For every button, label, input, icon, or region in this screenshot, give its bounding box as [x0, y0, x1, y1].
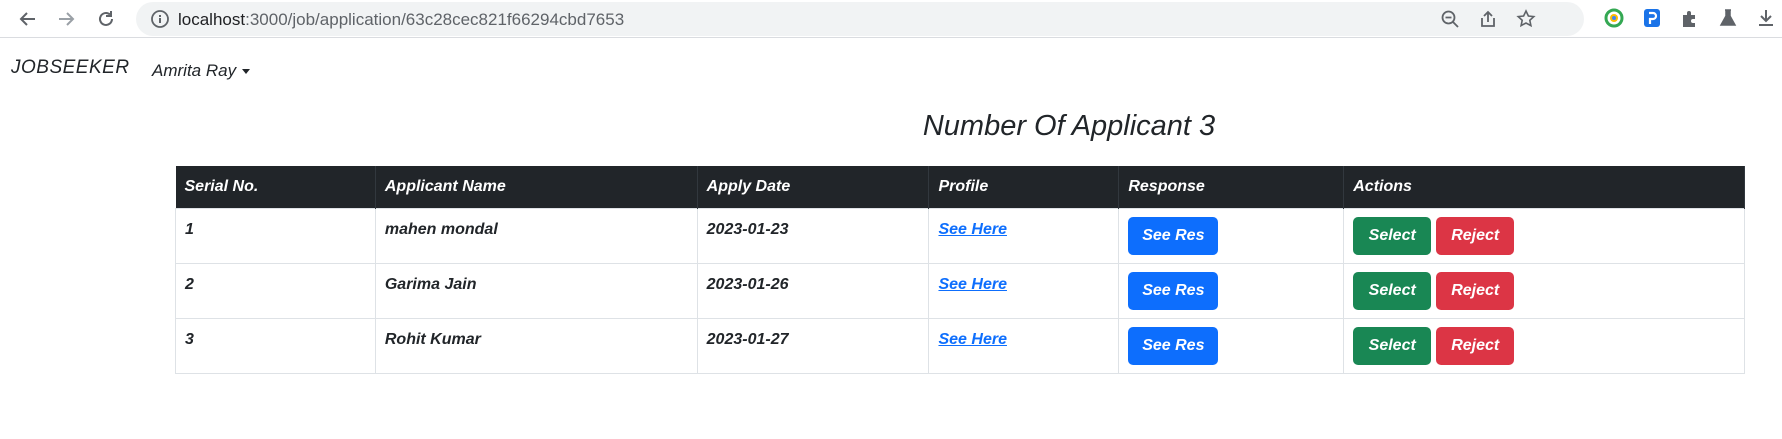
reject-button[interactable]: Reject	[1436, 216, 1515, 255]
caret-down-icon	[242, 68, 251, 74]
table-row: 1 mahen mondal 2023-01-23 See Here See R…	[175, 207, 1745, 264]
reject-button[interactable]: Reject	[1436, 271, 1515, 310]
reload-icon[interactable]	[92, 5, 120, 33]
brand-logo[interactable]: JOBSEEKER	[11, 57, 130, 79]
cell-profile: See Here	[928, 262, 1120, 319]
header-applicant-name: Applicant Name	[375, 166, 698, 208]
applicants-table: Serial No. Applicant Name Apply Date Pro…	[175, 166, 1745, 374]
profile-link[interactable]: See Here	[938, 276, 1007, 293]
table-row: 2 Garima Jain 2023-01-26 See Here See Re…	[175, 262, 1745, 319]
cell-actions: Select Reject	[1343, 317, 1745, 374]
header-profile: Profile	[928, 166, 1120, 208]
page-title: Number Of Applicant 3	[0, 110, 1782, 143]
zoom-out-icon[interactable]	[1440, 9, 1460, 29]
select-button[interactable]: Select	[1353, 271, 1432, 310]
url-path: :3000/job/application/63c28cec821f66294c…	[245, 10, 625, 29]
cell-apply-date: 2023-01-23	[696, 207, 930, 264]
extension-p-icon[interactable]	[1641, 7, 1663, 29]
header-apply-date: Apply Date	[697, 166, 930, 208]
cell-applicant-name: Garima Jain	[374, 262, 698, 319]
user-name: Amrita Ray	[152, 61, 237, 80]
browser-toolbar: localhost:3000/job/application/63c28cec8…	[0, 0, 1782, 38]
back-arrow-icon[interactable]	[14, 5, 42, 33]
share-icon[interactable]	[1478, 9, 1498, 29]
header-serial: Serial No.	[175, 166, 376, 208]
site-info-icon[interactable]	[150, 9, 170, 29]
table-row: 3 Rohit Kumar 2023-01-27 See Here See Re…	[175, 317, 1745, 374]
select-button[interactable]: Select	[1353, 326, 1432, 365]
table-header-row: Serial No. Applicant Name Apply Date Pro…	[175, 166, 1745, 208]
profile-link[interactable]: See Here	[938, 331, 1007, 348]
cell-actions: Select Reject	[1343, 262, 1745, 319]
extension-ring-icon[interactable]	[1603, 7, 1625, 29]
cell-applicant-name: Rohit Kumar	[374, 317, 698, 374]
forward-arrow-icon[interactable]	[52, 5, 80, 33]
cell-profile: See Here	[928, 317, 1120, 374]
cell-actions: Select Reject	[1343, 207, 1745, 264]
cell-response: See Res	[1118, 262, 1345, 319]
see-response-button[interactable]: See Res	[1128, 326, 1219, 365]
reject-button[interactable]: Reject	[1436, 326, 1515, 365]
cell-apply-date: 2023-01-27	[696, 317, 930, 374]
cell-response: See Res	[1118, 317, 1345, 374]
select-button[interactable]: Select	[1353, 216, 1432, 255]
cell-serial: 1	[175, 207, 376, 264]
cell-serial: 2	[175, 262, 376, 319]
cell-applicant-name: mahen mondal	[374, 207, 698, 264]
url-host: localhost	[178, 10, 246, 29]
header-actions: Actions	[1343, 166, 1745, 208]
extensions-puzzle-icon[interactable]	[1679, 7, 1701, 29]
see-response-button[interactable]: See Res	[1128, 216, 1219, 255]
see-response-button[interactable]: See Res	[1128, 271, 1219, 310]
cell-profile: See Here	[928, 207, 1120, 264]
page-title-text: Number Of Applicant 3	[922, 110, 1216, 142]
cell-serial: 3	[175, 317, 376, 374]
profile-link[interactable]: See Here	[938, 221, 1007, 238]
bookmark-star-icon[interactable]	[1516, 9, 1536, 29]
header-response: Response	[1118, 166, 1345, 208]
address-bar[interactable]: localhost:3000/job/application/63c28cec8…	[136, 2, 1584, 36]
download-icon[interactable]	[1755, 7, 1777, 29]
user-dropdown[interactable]: Amrita Ray	[152, 61, 251, 81]
url-text[interactable]: localhost:3000/job/application/63c28cec8…	[178, 10, 624, 30]
cell-response: See Res	[1118, 207, 1345, 264]
labs-flask-icon[interactable]	[1717, 7, 1739, 29]
cell-apply-date: 2023-01-26	[696, 262, 930, 319]
